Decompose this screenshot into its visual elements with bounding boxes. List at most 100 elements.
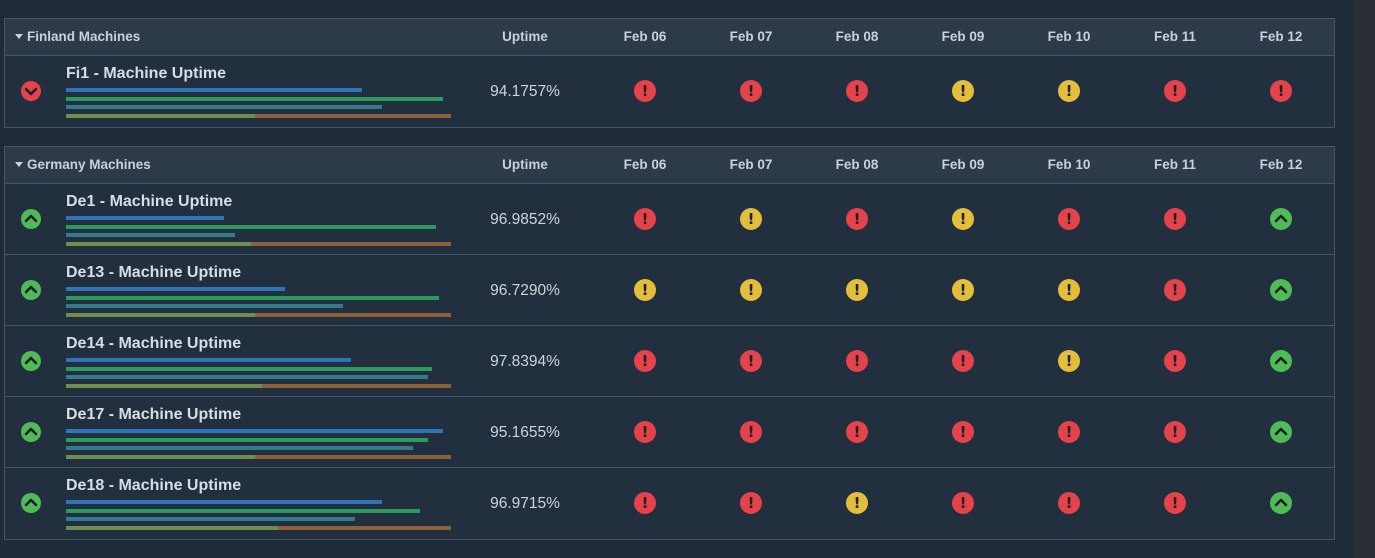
downtime-bar-segment [255, 114, 451, 118]
chevron-up-icon[interactable] [21, 422, 41, 442]
group-toggle[interactable]: Germany Machines [15, 147, 151, 183]
warning-exclamation-icon[interactable]: ! [846, 492, 868, 514]
caret-down-icon [15, 33, 23, 39]
uptime-bar [66, 367, 432, 371]
machine-name[interactable]: De18 - Machine Uptime [66, 477, 241, 495]
warning-exclamation-icon[interactable]: ! [740, 279, 762, 301]
column-header-day: Feb 06 [623, 29, 667, 44]
uptime-bar [66, 97, 443, 101]
uptime-bar-segment [66, 242, 251, 246]
chevron-up-icon[interactable] [21, 351, 41, 371]
machine-name[interactable]: De17 - Machine Uptime [66, 406, 241, 424]
group-finland-machines: Finland Machines Uptime Feb 06 Feb 07 Fe… [4, 18, 1335, 128]
warning-exclamation-icon[interactable]: ! [634, 279, 656, 301]
column-header-day: Feb 12 [1259, 29, 1303, 44]
error-exclamation-icon[interactable]: ! [846, 208, 868, 230]
machine-row[interactable]: De17 - Machine Uptime 95.1655%!!!!!! [5, 397, 1334, 468]
error-exclamation-icon[interactable]: ! [1164, 421, 1186, 443]
warning-exclamation-icon[interactable]: ! [952, 208, 974, 230]
error-exclamation-icon[interactable]: ! [1058, 208, 1080, 230]
error-exclamation-icon[interactable]: ! [634, 80, 656, 102]
error-exclamation-icon[interactable]: ! [1164, 492, 1186, 514]
error-exclamation-icon[interactable]: ! [952, 421, 974, 443]
group-title: Finland Machines [27, 29, 141, 44]
machine-row[interactable]: De1 - Machine Uptime 96.9852%!!!!!! [5, 184, 1334, 255]
uptime-bar-segment [66, 313, 255, 317]
error-exclamation-icon[interactable]: ! [952, 350, 974, 372]
uptime-sparkbars [66, 88, 451, 120]
machine-row[interactable]: De18 - Machine Uptime 96.9715%!!!!!! [5, 468, 1334, 539]
uptime-bar [66, 304, 343, 308]
error-exclamation-icon[interactable]: ! [846, 80, 868, 102]
column-header-day: Feb 08 [835, 29, 879, 44]
column-header-day: Feb 07 [729, 29, 773, 44]
warning-exclamation-icon[interactable]: ! [952, 80, 974, 102]
group-header[interactable]: Germany Machines Uptime Feb 06 Feb 07 Fe… [5, 147, 1334, 184]
error-exclamation-icon[interactable]: ! [1164, 80, 1186, 102]
uptime-bar [66, 517, 355, 521]
column-header-uptime: Uptime [502, 29, 548, 44]
machine-rows: De1 - Machine Uptime 96.9852%!!!!!! De13 -… [5, 184, 1334, 539]
error-exclamation-icon[interactable]: ! [846, 350, 868, 372]
machine-row[interactable]: De14 - Machine Uptime 97.8394%!!!!!! [5, 326, 1334, 397]
uptime-bar [66, 233, 235, 237]
error-exclamation-icon[interactable]: ! [846, 421, 868, 443]
machine-name[interactable]: De14 - Machine Uptime [66, 335, 241, 353]
error-exclamation-icon[interactable]: ! [740, 80, 762, 102]
warning-exclamation-icon[interactable]: ! [740, 208, 762, 230]
downtime-bar-segment [251, 242, 451, 246]
chevron-up-icon[interactable] [1270, 350, 1292, 372]
error-exclamation-icon[interactable]: ! [1270, 80, 1292, 102]
column-header-day: Feb 08 [835, 157, 879, 172]
downtime-bar-segment [262, 384, 451, 388]
machine-name[interactable]: De13 - Machine Uptime [66, 264, 241, 282]
error-exclamation-icon[interactable]: ! [634, 208, 656, 230]
machine-row[interactable]: Fi1 - Machine Uptime 94.1757%!!!!!!! [5, 56, 1334, 127]
uptime-bar [66, 105, 382, 109]
error-exclamation-icon[interactable]: ! [1164, 279, 1186, 301]
downtime-bar-segment [255, 455, 451, 459]
column-header-day: Feb 09 [941, 29, 985, 44]
chevron-up-icon[interactable] [1270, 492, 1292, 514]
chevron-up-icon[interactable] [1270, 208, 1292, 230]
warning-exclamation-icon[interactable]: ! [846, 279, 868, 301]
uptime-value: 96.9715% [490, 495, 560, 512]
column-header-day: Feb 12 [1259, 157, 1303, 172]
chevron-up-icon[interactable] [21, 209, 41, 229]
error-exclamation-icon[interactable]: ! [740, 492, 762, 514]
scrollbar-track[interactable] [1354, 0, 1375, 558]
chevron-up-icon[interactable] [1270, 421, 1292, 443]
error-exclamation-icon[interactable]: ! [740, 421, 762, 443]
uptime-bar-segment [66, 384, 262, 388]
column-header-uptime: Uptime [502, 157, 548, 172]
machine-name[interactable]: Fi1 - Machine Uptime [66, 65, 226, 83]
machine-name[interactable]: De1 - Machine Uptime [66, 193, 232, 211]
error-exclamation-icon[interactable]: ! [634, 492, 656, 514]
chevron-down-icon[interactable] [21, 81, 41, 101]
uptime-bar-segment [66, 526, 278, 530]
error-exclamation-icon[interactable]: ! [1058, 492, 1080, 514]
error-exclamation-icon[interactable]: ! [1164, 208, 1186, 230]
warning-exclamation-icon[interactable]: ! [1058, 80, 1080, 102]
group-header[interactable]: Finland Machines Uptime Feb 06 Feb 07 Fe… [5, 19, 1334, 56]
chevron-up-icon[interactable] [21, 280, 41, 300]
warning-exclamation-icon[interactable]: ! [1058, 350, 1080, 372]
uptime-bar [66, 375, 428, 379]
error-exclamation-icon[interactable]: ! [634, 350, 656, 372]
error-exclamation-icon[interactable]: ! [740, 350, 762, 372]
machine-row[interactable]: De13 - Machine Uptime 96.7290%!!!!!! [5, 255, 1334, 326]
column-header-day: Feb 11 [1153, 157, 1197, 172]
chevron-up-icon[interactable] [21, 493, 41, 513]
uptime-sparkbars [66, 216, 451, 248]
uptime-sparkbars [66, 358, 451, 390]
chevron-up-icon[interactable] [1270, 279, 1292, 301]
error-exclamation-icon[interactable]: ! [952, 492, 974, 514]
warning-exclamation-icon[interactable]: ! [952, 279, 974, 301]
error-exclamation-icon[interactable]: ! [634, 421, 656, 443]
error-exclamation-icon[interactable]: ! [1164, 350, 1186, 372]
warning-exclamation-icon[interactable]: ! [1058, 279, 1080, 301]
uptime-value: 94.1757% [490, 83, 560, 100]
error-exclamation-icon[interactable]: ! [1058, 421, 1080, 443]
group-toggle[interactable]: Finland Machines [15, 19, 140, 55]
uptime-value: 95.1655% [490, 424, 560, 441]
